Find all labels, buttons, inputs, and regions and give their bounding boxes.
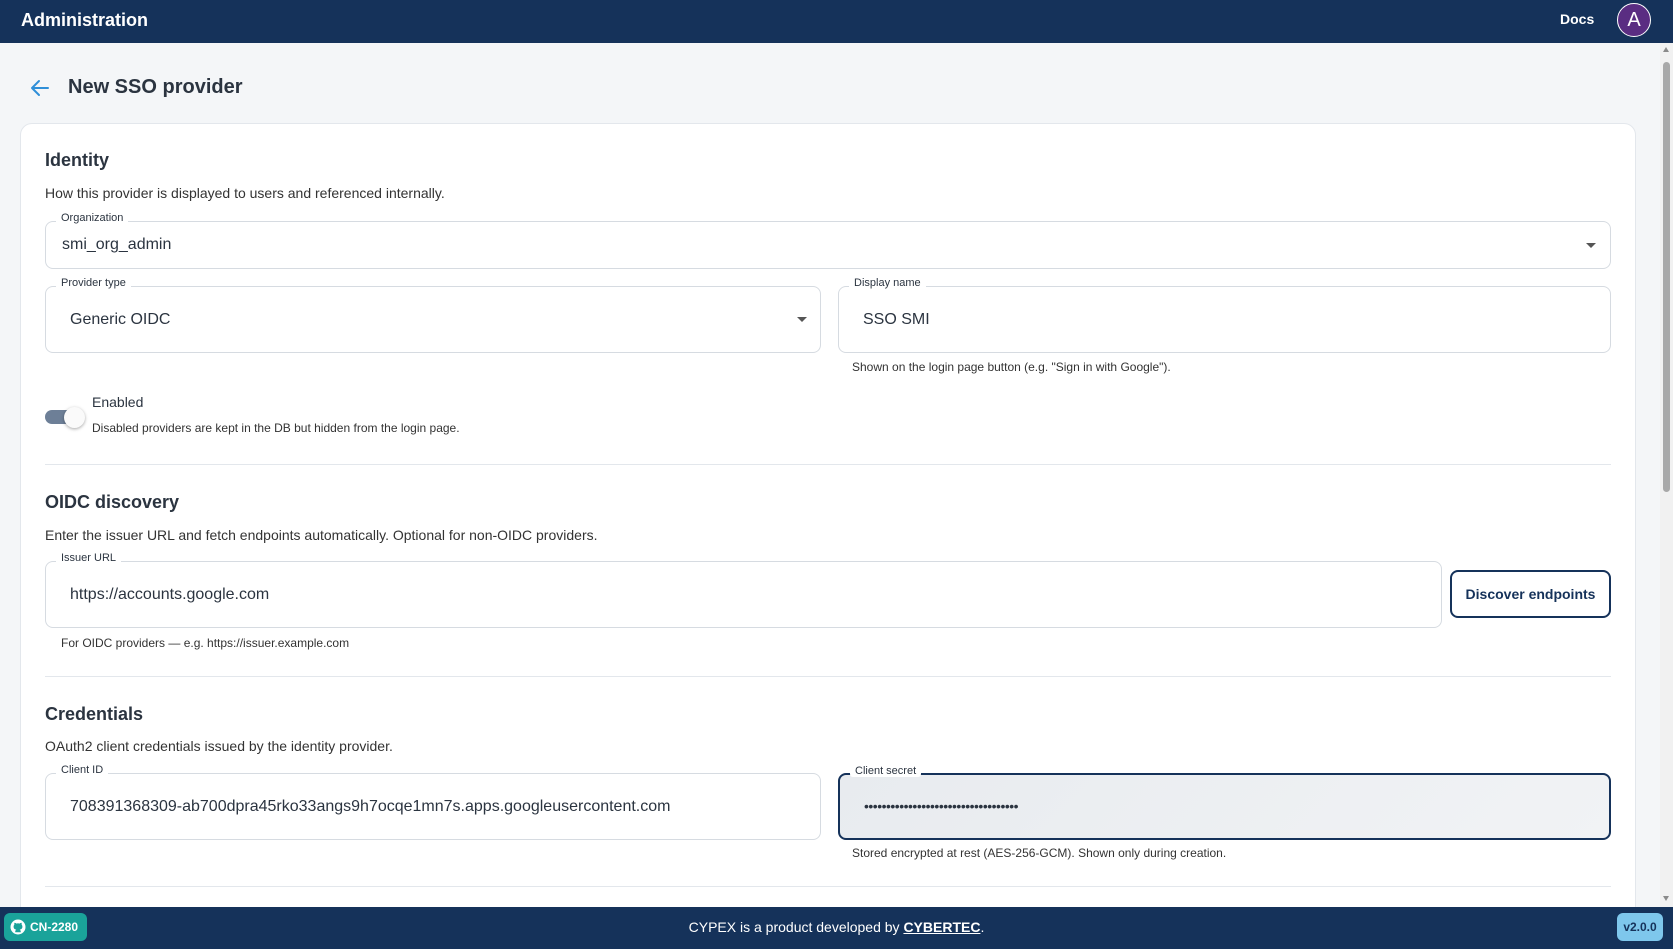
issuer-url-label: Issuer URL <box>56 552 122 564</box>
organization-select[interactable]: Organization smi_org_admin <box>45 212 1611 269</box>
credentials-section-description: OAuth2 client credentials issued by the … <box>45 738 393 754</box>
issuer-url-helper: For OIDC providers — e.g. https://issuer… <box>61 636 350 650</box>
version-badge: v2.0.0 <box>1617 913 1663 941</box>
top-bar: Administration Docs A <box>0 0 1673 43</box>
scrollbar-thumb[interactable] <box>1663 62 1670 492</box>
organization-value: smi_org_admin <box>62 236 172 253</box>
scroll-down-arrow-icon[interactable] <box>1663 896 1669 901</box>
client-id-field[interactable]: Client ID 708391368309-ab700dpra45rko33a… <box>45 764 821 840</box>
back-arrow-icon[interactable] <box>28 76 52 100</box>
display-name-field[interactable]: Display name SSO SMI <box>838 277 1611 353</box>
provider-type-value: Generic OIDC <box>70 311 171 328</box>
cybertec-link[interactable]: CYBERTEC <box>903 919 980 935</box>
issuer-url-value: https://accounts.google.com <box>70 586 270 603</box>
provider-type-select[interactable]: Provider type Generic OIDC <box>45 277 821 353</box>
chevron-down-icon <box>1586 243 1596 248</box>
client-id-value: 708391368309-ab700dpra45rko33angs9h7ocqe… <box>70 798 671 815</box>
toggle-knob <box>64 407 85 428</box>
display-name-helper: Shown on the login page button (e.g. "Si… <box>852 360 1171 374</box>
client-secret-field[interactable]: Client secret ••••••••••••••••••••••••••… <box>838 765 1611 840</box>
organization-label: Organization <box>56 212 129 224</box>
client-secret-value: ••••••••••••••••••••••••••••••••••• <box>864 798 1019 814</box>
oidc-section-title: OIDC discovery <box>45 492 180 512</box>
oidc-section-description: Enter the issuer URL and fetch endpoints… <box>45 527 598 543</box>
page-title: New SSO provider <box>68 76 243 98</box>
section-divider <box>45 464 1611 465</box>
issuer-url-field[interactable]: Issuer URL https://accounts.google.com <box>45 552 1442 628</box>
credit-prefix: CYPEX is a product developed by <box>688 919 904 935</box>
docs-link[interactable]: Docs <box>1560 11 1594 27</box>
discover-endpoints-button[interactable]: Discover endpoints <box>1450 570 1611 618</box>
page-scrollbar[interactable] <box>1660 43 1673 907</box>
client-secret-helper: Stored encrypted at rest (AES-256-GCM). … <box>852 846 1227 860</box>
display-name-label: Display name <box>849 277 926 289</box>
credit-suffix: . <box>980 919 985 935</box>
section-divider <box>45 886 1611 887</box>
scroll-up-arrow-icon[interactable] <box>1663 47 1669 52</box>
app-title: Administration <box>21 10 149 30</box>
footer-credit: CYPEX is a product developed by CYBERTEC… <box>0 919 1673 935</box>
credentials-section-title: Credentials <box>45 704 144 724</box>
client-id-label: Client ID <box>56 764 109 776</box>
avatar[interactable]: A <box>1617 3 1651 37</box>
enabled-helper: Disabled providers are kept in the DB bu… <box>92 421 460 435</box>
display-name-value: SSO SMI <box>863 311 930 328</box>
footer: CN-2280 CYPEX is a product developed by … <box>0 907 1673 949</box>
enabled-toggle[interactable] <box>45 407 85 428</box>
enabled-label: Enabled <box>92 394 144 410</box>
identity-section-description: How this provider is displayed to users … <box>45 185 445 201</box>
identity-section-title: Identity <box>45 150 110 170</box>
section-divider <box>45 676 1611 677</box>
chevron-down-icon <box>797 317 807 322</box>
client-secret-label: Client secret <box>850 765 922 777</box>
provider-type-label: Provider type <box>56 277 131 289</box>
